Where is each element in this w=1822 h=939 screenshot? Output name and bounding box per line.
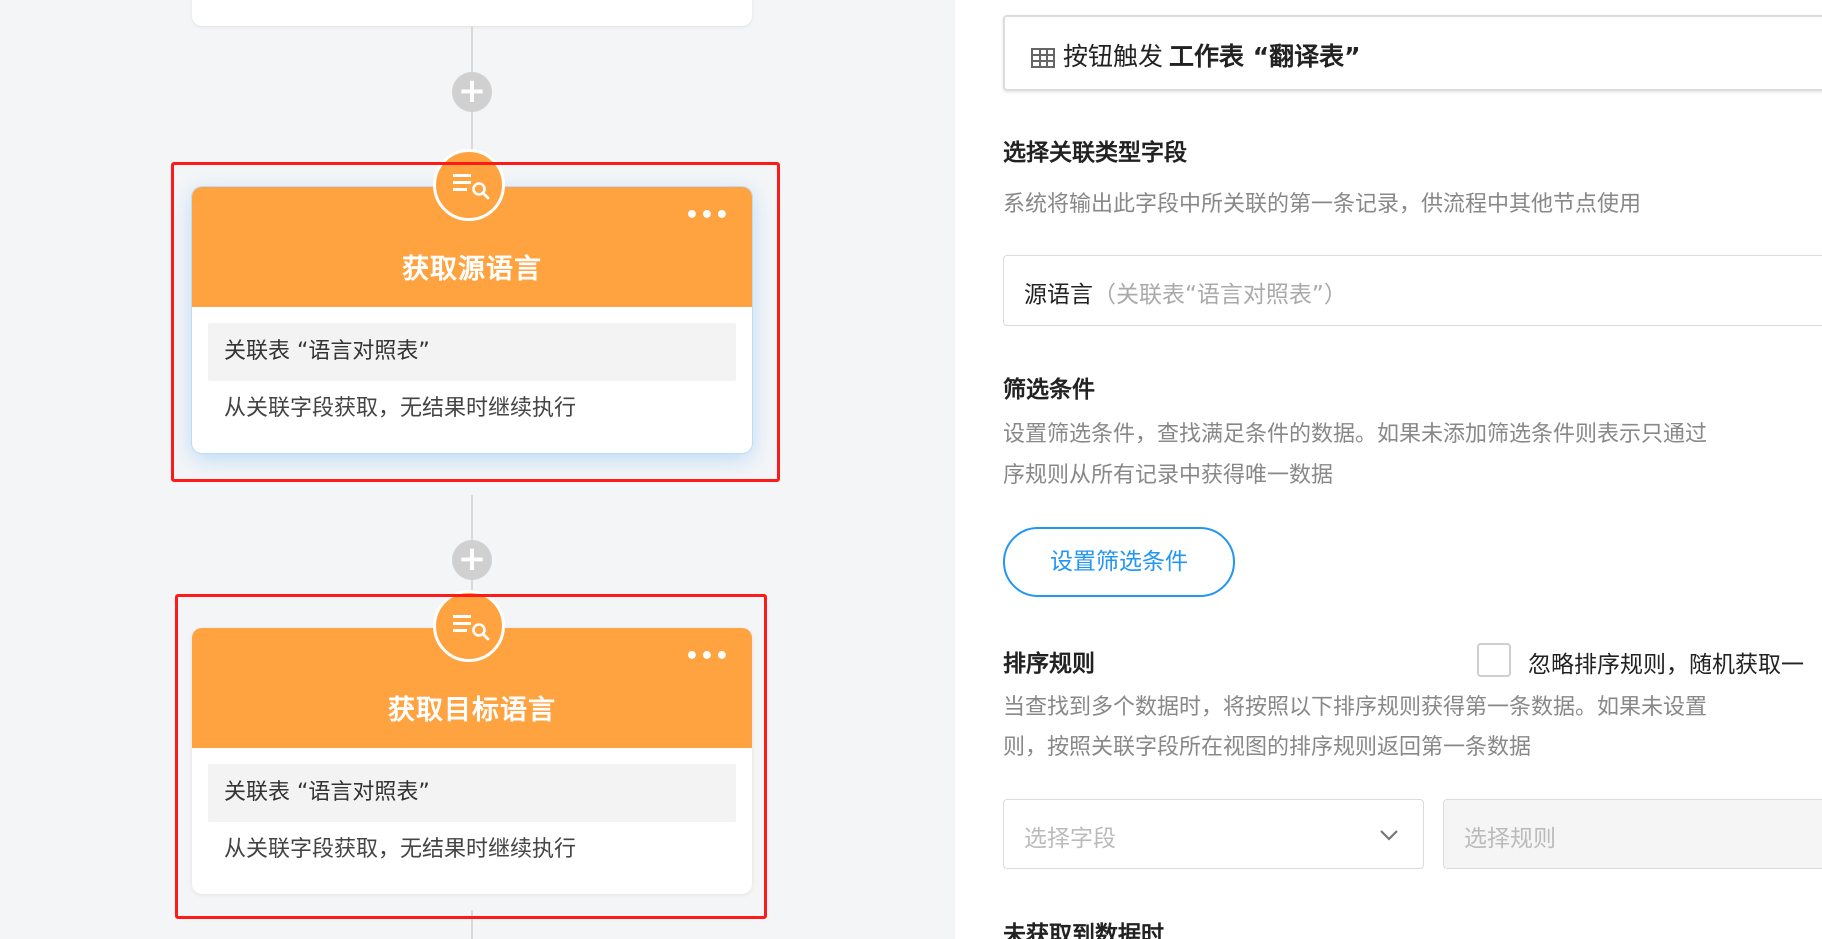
sort-rule-placeholder: 选择规则 [1464, 826, 1556, 852]
workflow-canvas: + + ••• 获取源语言 关联表 “语言对照表” 从关联字段获取，无结果时继续… [0, 0, 955, 939]
node-relation-text: 关联表 “语言对照表” [208, 323, 736, 381]
filter-description-line1: 设置筛选条件，查找满足条件的数据。如果未添加筛选条件则表示只通过 [1003, 422, 1708, 447]
connector-line [471, 910, 473, 939]
workflow-node-get-target-language[interactable]: ••• 获取目标语言 关联表 “语言对照表” 从关联字段获取，无结果时继续执行 [192, 590, 752, 894]
relation-field-description: 系统将输出此字段中所关联的第一条记录，供流程中其他节点使用 [1003, 192, 1642, 217]
ignore-sort-label: 忽略排序规则，随机获取一 [1528, 652, 1804, 678]
section-title-relation-field: 选择关联类型字段 [1003, 140, 1187, 166]
more-options-icon[interactable]: ••• [685, 644, 730, 669]
trigger-source-box[interactable]: 按钮触发 工作表 “翻译表” [1003, 15, 1822, 91]
set-filter-button[interactable]: 设置筛选条件 [1003, 527, 1235, 597]
search-list-icon [433, 149, 505, 221]
node-relation-text: 关联表 “语言对照表” [208, 764, 736, 822]
filter-description-line2: 序规则从所有记录中获得唯一数据 [1003, 463, 1334, 488]
sort-field-placeholder: 选择字段 [1024, 826, 1116, 852]
chevron-down-icon [1379, 826, 1399, 845]
sort-description-line2: 则，按照关联字段所在视图的排序规则返回第一条数据 [1003, 735, 1532, 760]
node-title: 获取目标语言 [388, 695, 556, 726]
section-title-sort: 排序规则 [1003, 651, 1095, 677]
sort-rule-select[interactable]: 选择规则 [1443, 799, 1822, 869]
section-title-filter: 筛选条件 [1003, 377, 1095, 403]
section-title-no-data: 未获取到数据时 [1003, 922, 1164, 939]
relation-field-value: 源语言 [1024, 282, 1093, 308]
node-title: 获取源语言 [402, 254, 542, 285]
trigger-sheet-name: 工作表 “翻译表” [1169, 42, 1361, 71]
add-node-button[interactable]: + [452, 72, 492, 112]
node-header: ••• 获取目标语言 [192, 590, 752, 748]
more-options-icon[interactable]: ••• [685, 203, 730, 228]
node-config-panel: 按钮触发 工作表 “翻译表” 选择关联类型字段 系统将输出此字段中所关联的第一条记… [955, 0, 1822, 939]
sort-description-line1: 当查找到多个数据时，将按照以下排序规则获得第一条数据。如果未设置 [1003, 695, 1708, 720]
sort-field-select[interactable]: 选择字段 [1003, 799, 1424, 869]
table-icon [1031, 45, 1055, 74]
ignore-sort-checkbox[interactable] [1477, 643, 1511, 677]
node-header: ••• 获取源语言 [192, 149, 752, 307]
node-description: 从关联字段获取，无结果时继续执行 [224, 396, 577, 421]
search-list-icon [433, 590, 505, 662]
node-description: 从关联字段获取，无结果时继续执行 [224, 837, 577, 862]
workflow-node-get-source-language[interactable]: ••• 获取源语言 关联表 “语言对照表” 从关联字段获取，无结果时继续执行 [192, 149, 752, 453]
previous-node-card[interactable] [192, 0, 752, 26]
add-node-button[interactable]: + [452, 540, 492, 580]
relation-field-select[interactable]: 源语言（关联表“语言对照表”） [1003, 255, 1822, 326]
trigger-prefix: 按钮触发 [1063, 42, 1164, 71]
relation-field-hint: （关联表“语言对照表”） [1093, 282, 1347, 308]
